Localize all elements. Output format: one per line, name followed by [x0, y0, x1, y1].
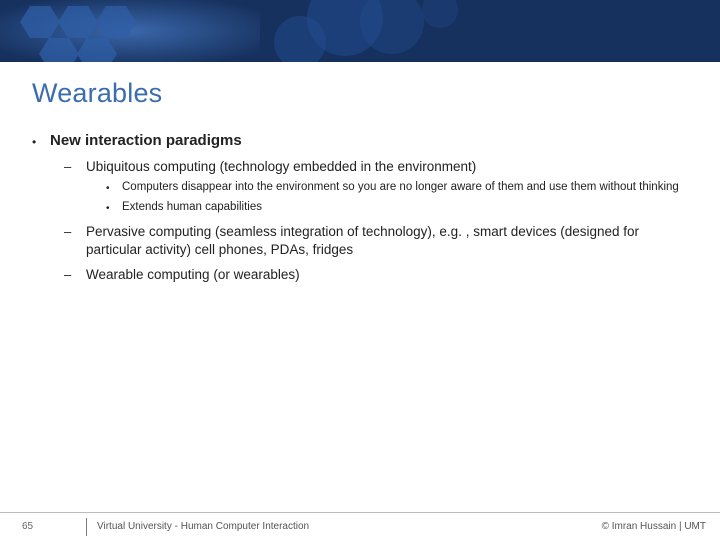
bullet-level2: – Ubiquitous computing (technology embed… [32, 158, 688, 176]
bullet-dot: • [32, 131, 50, 150]
bullet-level2: – Wearable computing (or wearables) [32, 266, 688, 284]
bullet-dot: • [106, 200, 122, 216]
bullet-level3: • Computers disappear into the environme… [32, 180, 688, 196]
bullet-dash: – [64, 223, 86, 241]
bullet-level3-text: Computers disappear into the environment… [122, 180, 688, 196]
slide-title: Wearables [0, 62, 720, 109]
page-number: 65 [0, 513, 80, 540]
bullet-level2-text: Pervasive computing (seamless integratio… [86, 223, 688, 259]
bullet-level3-text: Extends human capabilities [122, 200, 688, 216]
bullet-dot: • [106, 180, 122, 196]
footer: 65 Virtual University - Human Computer I… [0, 512, 720, 540]
bullet-level1: • New interaction paradigms [32, 131, 688, 151]
banner-pattern [0, 0, 720, 62]
bullet-level2-text: Wearable computing (or wearables) [86, 266, 688, 284]
content-area: • New interaction paradigms – Ubiquitous… [0, 109, 720, 540]
bullet-level3: • Extends human capabilities [32, 200, 688, 216]
bullet-level2: – Pervasive computing (seamless integrat… [32, 223, 688, 259]
bullet-dash: – [64, 158, 86, 176]
bullet-dash: – [64, 266, 86, 284]
bullet-level1-text: New interaction paradigms [50, 131, 242, 151]
slide: Wearables • New interaction paradigms – … [0, 0, 720, 540]
footer-credit: © Imran Hussain | UMT [602, 521, 720, 532]
footer-divider [86, 518, 87, 536]
banner [0, 0, 720, 62]
bullet-level2-text: Ubiquitous computing (technology embedde… [86, 158, 688, 176]
footer-course: Virtual University - Human Computer Inte… [97, 521, 602, 532]
